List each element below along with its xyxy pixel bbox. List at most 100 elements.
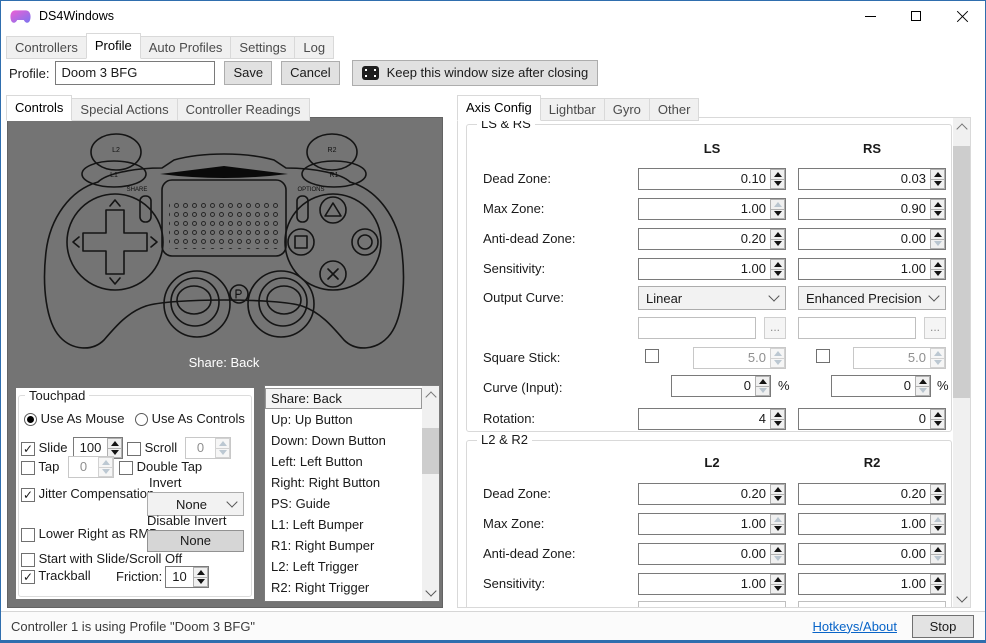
use-as-mouse-radio[interactable]: Use As Mouse [24, 411, 124, 426]
save-button[interactable]: Save [224, 61, 272, 85]
ls-output-curve-dropdown[interactable]: Linear [638, 286, 786, 310]
r2-dead-zone-stepper[interactable]: 0.20 [798, 483, 946, 505]
l2-sensitivity-stepper[interactable]: 1.00 [638, 573, 786, 595]
spin-up-button[interactable] [770, 484, 785, 495]
spin-up-button[interactable] [770, 348, 785, 359]
spin-up-button[interactable] [930, 514, 945, 525]
list-item[interactable]: R1: Right Bumper [265, 535, 422, 556]
spin-up-button[interactable] [770, 409, 785, 420]
tab-other[interactable]: Other [649, 98, 700, 121]
tab-controllers[interactable]: Controllers [6, 36, 87, 59]
tab-auto-profiles[interactable]: Auto Profiles [140, 36, 232, 59]
spin-down-button[interactable] [770, 525, 785, 535]
ls-anti-dead-zone-stepper[interactable]: 0.20 [638, 228, 786, 250]
rs-custom-curve-input[interactable] [798, 317, 916, 339]
ls-custom-curve-input[interactable] [638, 317, 756, 339]
scroll-sensitivity-stepper[interactable]: 0 [185, 437, 231, 459]
jitter-compensation-checkbox[interactable]: ✓ Jitter Compensation [21, 486, 154, 502]
spin-up-button[interactable] [215, 438, 230, 449]
ls-square-stick-roundness-stepper[interactable]: 5.0 [693, 347, 786, 369]
r2-max-zone-stepper[interactable]: 1.00 [798, 513, 946, 535]
rs-anti-dead-zone-stepper[interactable]: 0.00 [798, 228, 946, 250]
tab-lightbar[interactable]: Lightbar [540, 98, 605, 121]
spin-up-button[interactable] [930, 484, 945, 495]
double-tap-checkbox[interactable]: Double Tap [119, 459, 202, 475]
tap-checkbox[interactable]: Tap [21, 459, 59, 475]
ls-curve-input-stepper[interactable]: 0 [671, 375, 771, 397]
tab-axis-config[interactable]: Axis Config [457, 95, 541, 121]
spin-down-button[interactable] [915, 387, 930, 397]
spin-up-button[interactable] [930, 229, 945, 240]
spin-down-button[interactable] [770, 180, 785, 190]
tab-special-actions[interactable]: Special Actions [71, 98, 177, 121]
r2-sensitivity-stepper[interactable]: 1.00 [798, 573, 946, 595]
spin-up-button[interactable] [930, 574, 945, 585]
l2-max-zone-stepper[interactable]: 1.00 [638, 513, 786, 535]
tab-log[interactable]: Log [294, 36, 334, 59]
tab-profile[interactable]: Profile [86, 33, 141, 59]
list-item[interactable]: L2: Left Trigger [265, 556, 422, 577]
list-item[interactable]: Share: Back [265, 388, 422, 409]
spin-down-button[interactable] [215, 449, 230, 459]
list-item[interactable]: R2: Right Trigger [265, 577, 422, 598]
ls-max-zone-stepper[interactable]: 1.00 [638, 198, 786, 220]
spin-down-button[interactable] [770, 240, 785, 250]
tab-gyro[interactable]: Gyro [604, 98, 650, 121]
friction-stepper[interactable]: 10 [165, 566, 209, 588]
bindings-listbox[interactable]: Share: Back Up: Up Button Down: Down But… [264, 385, 440, 602]
spin-up-button[interactable] [755, 376, 770, 387]
spin-down-button[interactable] [930, 525, 945, 535]
spin-down-button[interactable] [930, 180, 945, 190]
spin-down-button[interactable] [193, 578, 208, 588]
axis-config-scrollbar[interactable] [953, 118, 970, 607]
spin-up-button[interactable] [770, 514, 785, 525]
rs-output-curve-dropdown[interactable]: Enhanced Precision [798, 286, 946, 310]
spin-up-button[interactable] [915, 376, 930, 387]
titlebar[interactable]: DS4Windows [1, 1, 985, 31]
scrollbar-thumb[interactable] [422, 428, 439, 474]
rs-curve-input-stepper[interactable]: 0 [831, 375, 931, 397]
ls-sensitivity-stepper[interactable]: 1.00 [638, 258, 786, 280]
list-item[interactable]: Down: Down Button [265, 430, 422, 451]
tap-sensitivity-stepper[interactable]: 0 [68, 456, 114, 478]
spin-down-button[interactable] [755, 387, 770, 397]
scroll-down-icon[interactable] [422, 584, 439, 601]
spin-down-button[interactable] [930, 240, 945, 250]
ls-dead-zone-stepper[interactable]: 0.10 [638, 168, 786, 190]
profile-name-input[interactable]: Doom 3 BFG [55, 61, 215, 85]
spin-up-button[interactable] [770, 544, 785, 555]
spin-up-button[interactable] [930, 169, 945, 180]
spin-up-button[interactable] [770, 574, 785, 585]
spin-up-button[interactable] [930, 409, 945, 420]
listbox-scrollbar[interactable] [422, 386, 439, 601]
scroll-up-icon[interactable] [422, 386, 439, 403]
spin-down-button[interactable] [930, 359, 945, 369]
controller-diagram[interactable]: L2 L1 R2 R1 SHARE OPTIONS Share: Back [10, 120, 440, 382]
tab-settings[interactable]: Settings [230, 36, 295, 59]
spin-up-button[interactable] [770, 259, 785, 270]
spin-up-button[interactable] [930, 259, 945, 270]
spin-up-button[interactable] [770, 229, 785, 240]
slide-checkbox[interactable]: ✓ Slide [21, 440, 68, 456]
hotkeys-about-link[interactable]: Hotkeys/About [812, 619, 897, 634]
list-item[interactable]: L1: Left Bumper [265, 514, 422, 535]
rs-sensitivity-stepper[interactable]: 1.00 [798, 258, 946, 280]
ls-curve-browse-button[interactable]: ... [764, 317, 786, 339]
spin-down-button[interactable] [770, 555, 785, 565]
tab-controller-readings[interactable]: Controller Readings [177, 98, 310, 121]
spin-up-button[interactable] [770, 169, 785, 180]
minimize-button[interactable] [847, 1, 893, 31]
spin-up-button[interactable] [930, 199, 945, 210]
spin-down-button[interactable] [770, 270, 785, 280]
rs-max-zone-stepper[interactable]: 0.90 [798, 198, 946, 220]
spin-up-button[interactable] [770, 199, 785, 210]
keep-window-size-button[interactable]: Keep this window size after closing [352, 60, 599, 86]
spin-up-button[interactable] [930, 348, 945, 359]
stop-button[interactable]: Stop [912, 615, 974, 638]
list-item[interactable]: PS: Guide [265, 493, 422, 514]
ls-square-stick-checkbox[interactable] [645, 349, 659, 363]
r2-anti-dead-zone-stepper[interactable]: 0.00 [798, 543, 946, 565]
spin-down-button[interactable] [930, 420, 945, 430]
l2-anti-dead-zone-stepper[interactable]: 0.00 [638, 543, 786, 565]
scroll-up-icon[interactable] [953, 118, 970, 135]
